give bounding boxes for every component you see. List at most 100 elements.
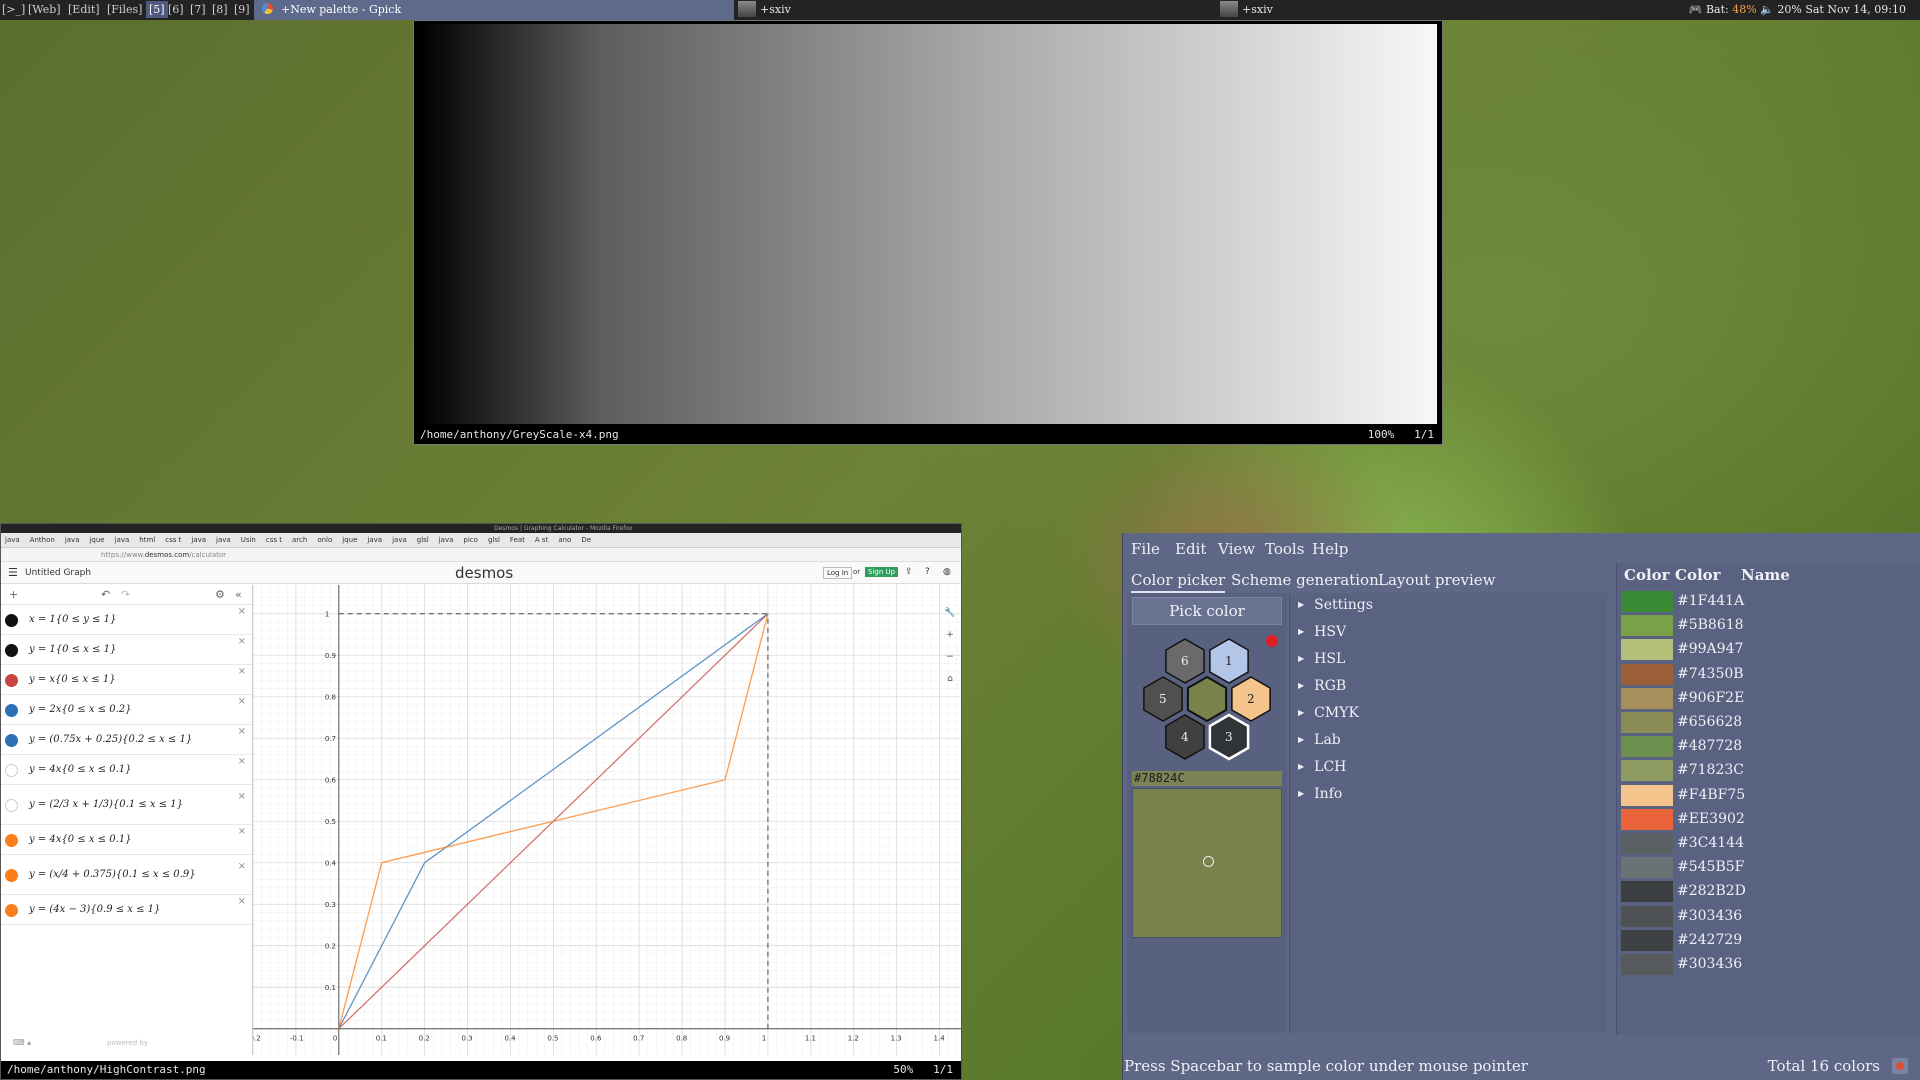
- column-color-hex[interactable]: Color: [1675, 566, 1721, 584]
- column-name[interactable]: Name: [1741, 566, 1790, 584]
- delete-expression-icon: ×: [237, 726, 246, 737]
- menu-edit[interactable]: Edit: [1175, 540, 1206, 558]
- palette-row[interactable]: #303436: [1619, 904, 1919, 928]
- workspace-7[interactable]: [7]: [190, 3, 206, 16]
- keyboard-icon: ⌨ ▴: [13, 1038, 32, 1047]
- palette-row[interactable]: #EE3902: [1619, 807, 1919, 831]
- expression-text: y = x{0 ≤ x ≤ 1}: [29, 674, 116, 685]
- workspace-9[interactable]: [9]: [234, 3, 250, 16]
- image-path: /home/anthony/GreyScale-x4.png: [420, 428, 619, 441]
- discord-icon[interactable]: 🎮: [1689, 3, 1703, 16]
- y-tick-label: 0.4: [325, 860, 337, 868]
- workspace-edit[interactable]: [Edit]: [68, 3, 100, 16]
- palette-row[interactable]: #3C4144: [1619, 831, 1919, 855]
- taskbar-sxiv-2[interactable]: +sxiv: [1220, 0, 1273, 20]
- mini-tab: onlo: [317, 536, 333, 544]
- menu-help[interactable]: Help: [1312, 540, 1348, 558]
- mini-topbar: Desmos | Graphing Calculator - Mozilla F…: [1, 524, 961, 533]
- delete-expression-icon: ×: [237, 696, 246, 707]
- crosshair-icon: [1203, 856, 1214, 867]
- y-tick-label: 0.7: [325, 735, 336, 743]
- workspace-files[interactable]: [Files]: [107, 3, 142, 16]
- swatch-center[interactable]: [1186, 675, 1228, 723]
- palette-row[interactable]: #656628: [1619, 710, 1919, 734]
- expander-info[interactable]: Info: [1298, 786, 1342, 802]
- desmos-graph: -0.2 -0.1 0 0.1 0.2 0.3 0.4 0.5 0.6 0.7 0.8 0.9 1 1.1…: [253, 585, 961, 1055]
- workspace-8[interactable]: [8]: [212, 3, 228, 16]
- redo-icon: ↷: [121, 588, 131, 601]
- color-swatch-hexagons[interactable]: 6 1 5 2 4 3: [1132, 629, 1282, 769]
- palette-row[interactable]: #242729: [1619, 928, 1919, 952]
- palette-swatch: [1621, 808, 1673, 830]
- mini-tab: Anthon: [29, 536, 55, 544]
- palette-swatch: [1621, 760, 1673, 782]
- expander-settings[interactable]: Settings: [1298, 597, 1373, 613]
- palette-row[interactable]: #545B5F: [1619, 855, 1919, 879]
- delete-expression-icon: ×: [237, 896, 246, 907]
- mini-tab: Usin: [240, 536, 256, 544]
- mini-tab: A st: [534, 536, 549, 544]
- tab-layout-preview[interactable]: Layout preview: [1378, 571, 1496, 589]
- tab-scheme-generation[interactable]: Scheme generation: [1231, 571, 1379, 589]
- graph-title: Untitled Graph: [25, 568, 92, 578]
- expander-lch[interactable]: LCH: [1298, 759, 1346, 775]
- zoom-and-index: 100% 1/1: [1368, 426, 1434, 444]
- menu-tools[interactable]: Tools: [1265, 540, 1304, 558]
- volume-level: 20%: [1777, 3, 1802, 16]
- palette-row[interactable]: #74350B: [1619, 662, 1919, 686]
- palette-row[interactable]: #487728: [1619, 734, 1919, 758]
- palette-row[interactable]: #71823C: [1619, 758, 1919, 782]
- taskbar-gpick[interactable]: +New palette - Gpick: [254, 0, 734, 20]
- palette-row[interactable]: #F4BF75: [1619, 783, 1919, 807]
- column-color-swatch[interactable]: Color: [1624, 566, 1670, 584]
- palette-swatch: [1621, 615, 1673, 637]
- palette-icon[interactable]: [1892, 1058, 1908, 1074]
- swatch-label: 2: [1247, 692, 1255, 706]
- image-index: 1/1: [933, 1063, 953, 1076]
- color-zoom-preview[interactable]: [1132, 788, 1282, 938]
- volume-icon[interactable]: 🔈: [1760, 3, 1774, 16]
- sxiv-window-highcontrast[interactable]: Desmos | Graphing Calculator - Mozilla F…: [0, 523, 962, 1080]
- pick-color-button[interactable]: Pick color: [1132, 597, 1282, 625]
- palette-row[interactable]: #282B2D: [1619, 879, 1919, 903]
- menu-view[interactable]: View: [1218, 540, 1255, 558]
- expander-hsv[interactable]: HSV: [1298, 624, 1346, 640]
- menu-file[interactable]: File: [1131, 540, 1160, 558]
- y-tick-label: 0.6: [325, 777, 337, 785]
- palette-row[interactable]: #906F2E: [1619, 686, 1919, 710]
- expander-cmyk[interactable]: CMYK: [1298, 705, 1359, 721]
- taskbar-sxiv-1[interactable]: +sxiv: [738, 0, 791, 20]
- expander-rgb[interactable]: RGB: [1298, 678, 1346, 694]
- desmos-header: ☰ Untitled Graph desmos Log In or Sign U…: [1, 562, 961, 584]
- expression-row: y = 4x{0 ≤ x ≤ 0.1} ×: [1, 755, 252, 785]
- x-tick-label: 0.3: [462, 1035, 473, 1043]
- palette-row[interactable]: #303436: [1619, 952, 1919, 976]
- zoom-level: 100%: [1367, 428, 1395, 441]
- expression-toolbar: + ↶ ↷ ⚙ «: [1, 585, 252, 605]
- current-color-hex[interactable]: #78824C: [1132, 771, 1282, 786]
- palette-swatch: [1621, 784, 1673, 806]
- workspace-terminal[interactable]: [>_]: [2, 3, 25, 16]
- tab-color-picker[interactable]: Color picker: [1131, 571, 1226, 593]
- zoom-level: 50%: [893, 1063, 914, 1076]
- workspace-5[interactable]: [5]: [146, 1, 168, 18]
- y-tick-label: 0.9: [325, 652, 336, 660]
- mini-tab: ano: [558, 536, 572, 544]
- workspace-6[interactable]: [6]: [168, 3, 184, 16]
- palette-row[interactable]: #99A947: [1619, 637, 1919, 661]
- expander-hsl[interactable]: HSL: [1298, 651, 1345, 667]
- mini-browser-tabs: java Anthon java jque java html css t java java U…: [1, 533, 961, 548]
- sxiv-window-greyscale[interactable]: /home/anthony/GreyScale-x4.png 100% 1/1: [413, 20, 1443, 445]
- workspace-web[interactable]: [Web]: [28, 3, 61, 16]
- mini-tab: java: [114, 536, 130, 544]
- expression-color-icon: [5, 799, 18, 812]
- sxiv-icon: [738, 1, 756, 17]
- palette-row[interactable]: #1F441A: [1619, 589, 1919, 613]
- expander-lab[interactable]: Lab: [1298, 732, 1341, 748]
- expression-row: y = 2x{0 ≤ x ≤ 0.2} ×: [1, 695, 252, 725]
- taskbar-gpick-title: +New palette - Gpick: [281, 3, 402, 16]
- palette-row[interactable]: #5B8618: [1619, 613, 1919, 637]
- x-tick-label: 1.1: [805, 1035, 816, 1043]
- top-bar: [>_] [Web] [Edit] [Files] [5] [6] [7] [8…: [0, 0, 1920, 20]
- x-tick-label: 0.2: [419, 1035, 430, 1043]
